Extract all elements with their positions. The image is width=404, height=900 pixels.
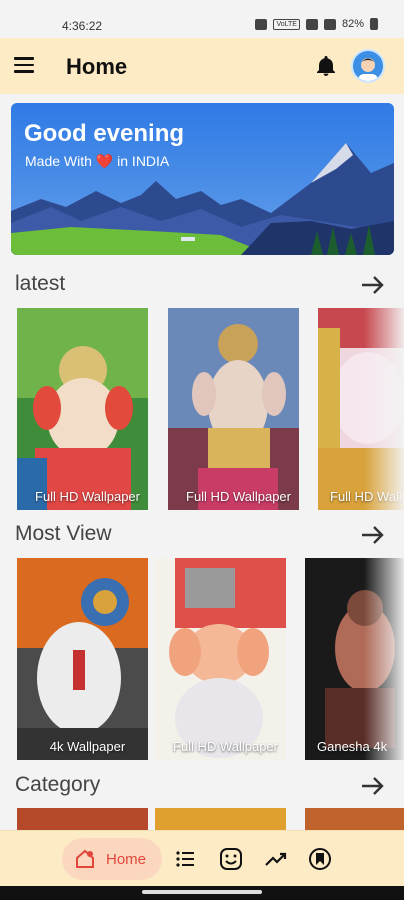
wallpaper-card[interactable]: Full HD Wallpaper (168, 308, 299, 510)
list-icon[interactable] (172, 845, 200, 873)
greeting-banner: Good evening Made With ❤️ in INDIA (11, 103, 394, 255)
category-section-header: Category (15, 773, 390, 799)
sticker-icon[interactable] (217, 845, 245, 873)
made-with-text: Made With ❤️ in INDIA (25, 153, 169, 170)
wallpaper-card[interactable]: Ganesha 4k (305, 558, 404, 760)
card-caption: Full HD Wallpaper (186, 489, 291, 504)
settings-icon (255, 18, 268, 30)
app-bar: Home (0, 38, 404, 94)
greeting-text: Good evening (24, 120, 185, 147)
category-card[interactable] (155, 808, 286, 830)
gesture-handle[interactable] (142, 890, 262, 894)
network-label: VoLTE (273, 18, 300, 30)
menu-icon[interactable] (14, 57, 34, 73)
battery-text: 82% (341, 18, 364, 30)
wifi-icon (305, 18, 318, 30)
arrow-right-icon[interactable] (360, 274, 386, 296)
section-title-latest: latest (15, 272, 66, 295)
status-bar: 4:36:22 VoLTE 82% (0, 0, 404, 38)
section-title-category: Category (15, 773, 101, 796)
signal-icon (323, 18, 336, 30)
made-with-suffix: in INDIA (117, 153, 170, 169)
section-title-most-view: Most View (15, 522, 112, 545)
arrow-right-icon[interactable] (360, 524, 386, 546)
bookmark-icon[interactable] (306, 845, 334, 873)
home-icon (76, 849, 94, 868)
card-caption: 4k Wallpaper (49, 739, 126, 754)
status-time: 4:36:22 (62, 19, 103, 33)
wallpaper-card[interactable]: 4k Wallpaper (17, 558, 148, 760)
avatar[interactable] (351, 49, 385, 83)
latest-section-header: latest (15, 272, 390, 298)
most-view-section-header: Most View (15, 522, 390, 548)
bell-icon[interactable] (314, 54, 338, 78)
battery-icon (370, 18, 378, 30)
heart-icon: ❤️ (95, 153, 114, 169)
status-icons: VoLTE 82% (255, 18, 378, 30)
card-caption: Full HD Wallpaper (35, 489, 140, 504)
nav-home-button[interactable]: Home (62, 838, 162, 880)
category-card[interactable] (305, 808, 404, 830)
gesture-bar (0, 886, 404, 900)
card-caption: Full HD Wallpaper (173, 739, 278, 754)
category-card[interactable] (17, 808, 148, 830)
wallpaper-card[interactable]: Full HD Wallpaper (318, 308, 404, 510)
arrow-right-icon[interactable] (360, 775, 386, 797)
wallpaper-card[interactable]: Full HD Wallpaper (17, 308, 148, 510)
bottom-nav: Home (0, 830, 404, 886)
trending-icon[interactable] (262, 845, 290, 873)
wallpaper-card[interactable]: Full HD Wallpaper (155, 558, 286, 760)
made-with-prefix: Made With (25, 153, 92, 169)
page-title: Home (66, 54, 128, 79)
nav-home-label: Home (106, 850, 147, 868)
